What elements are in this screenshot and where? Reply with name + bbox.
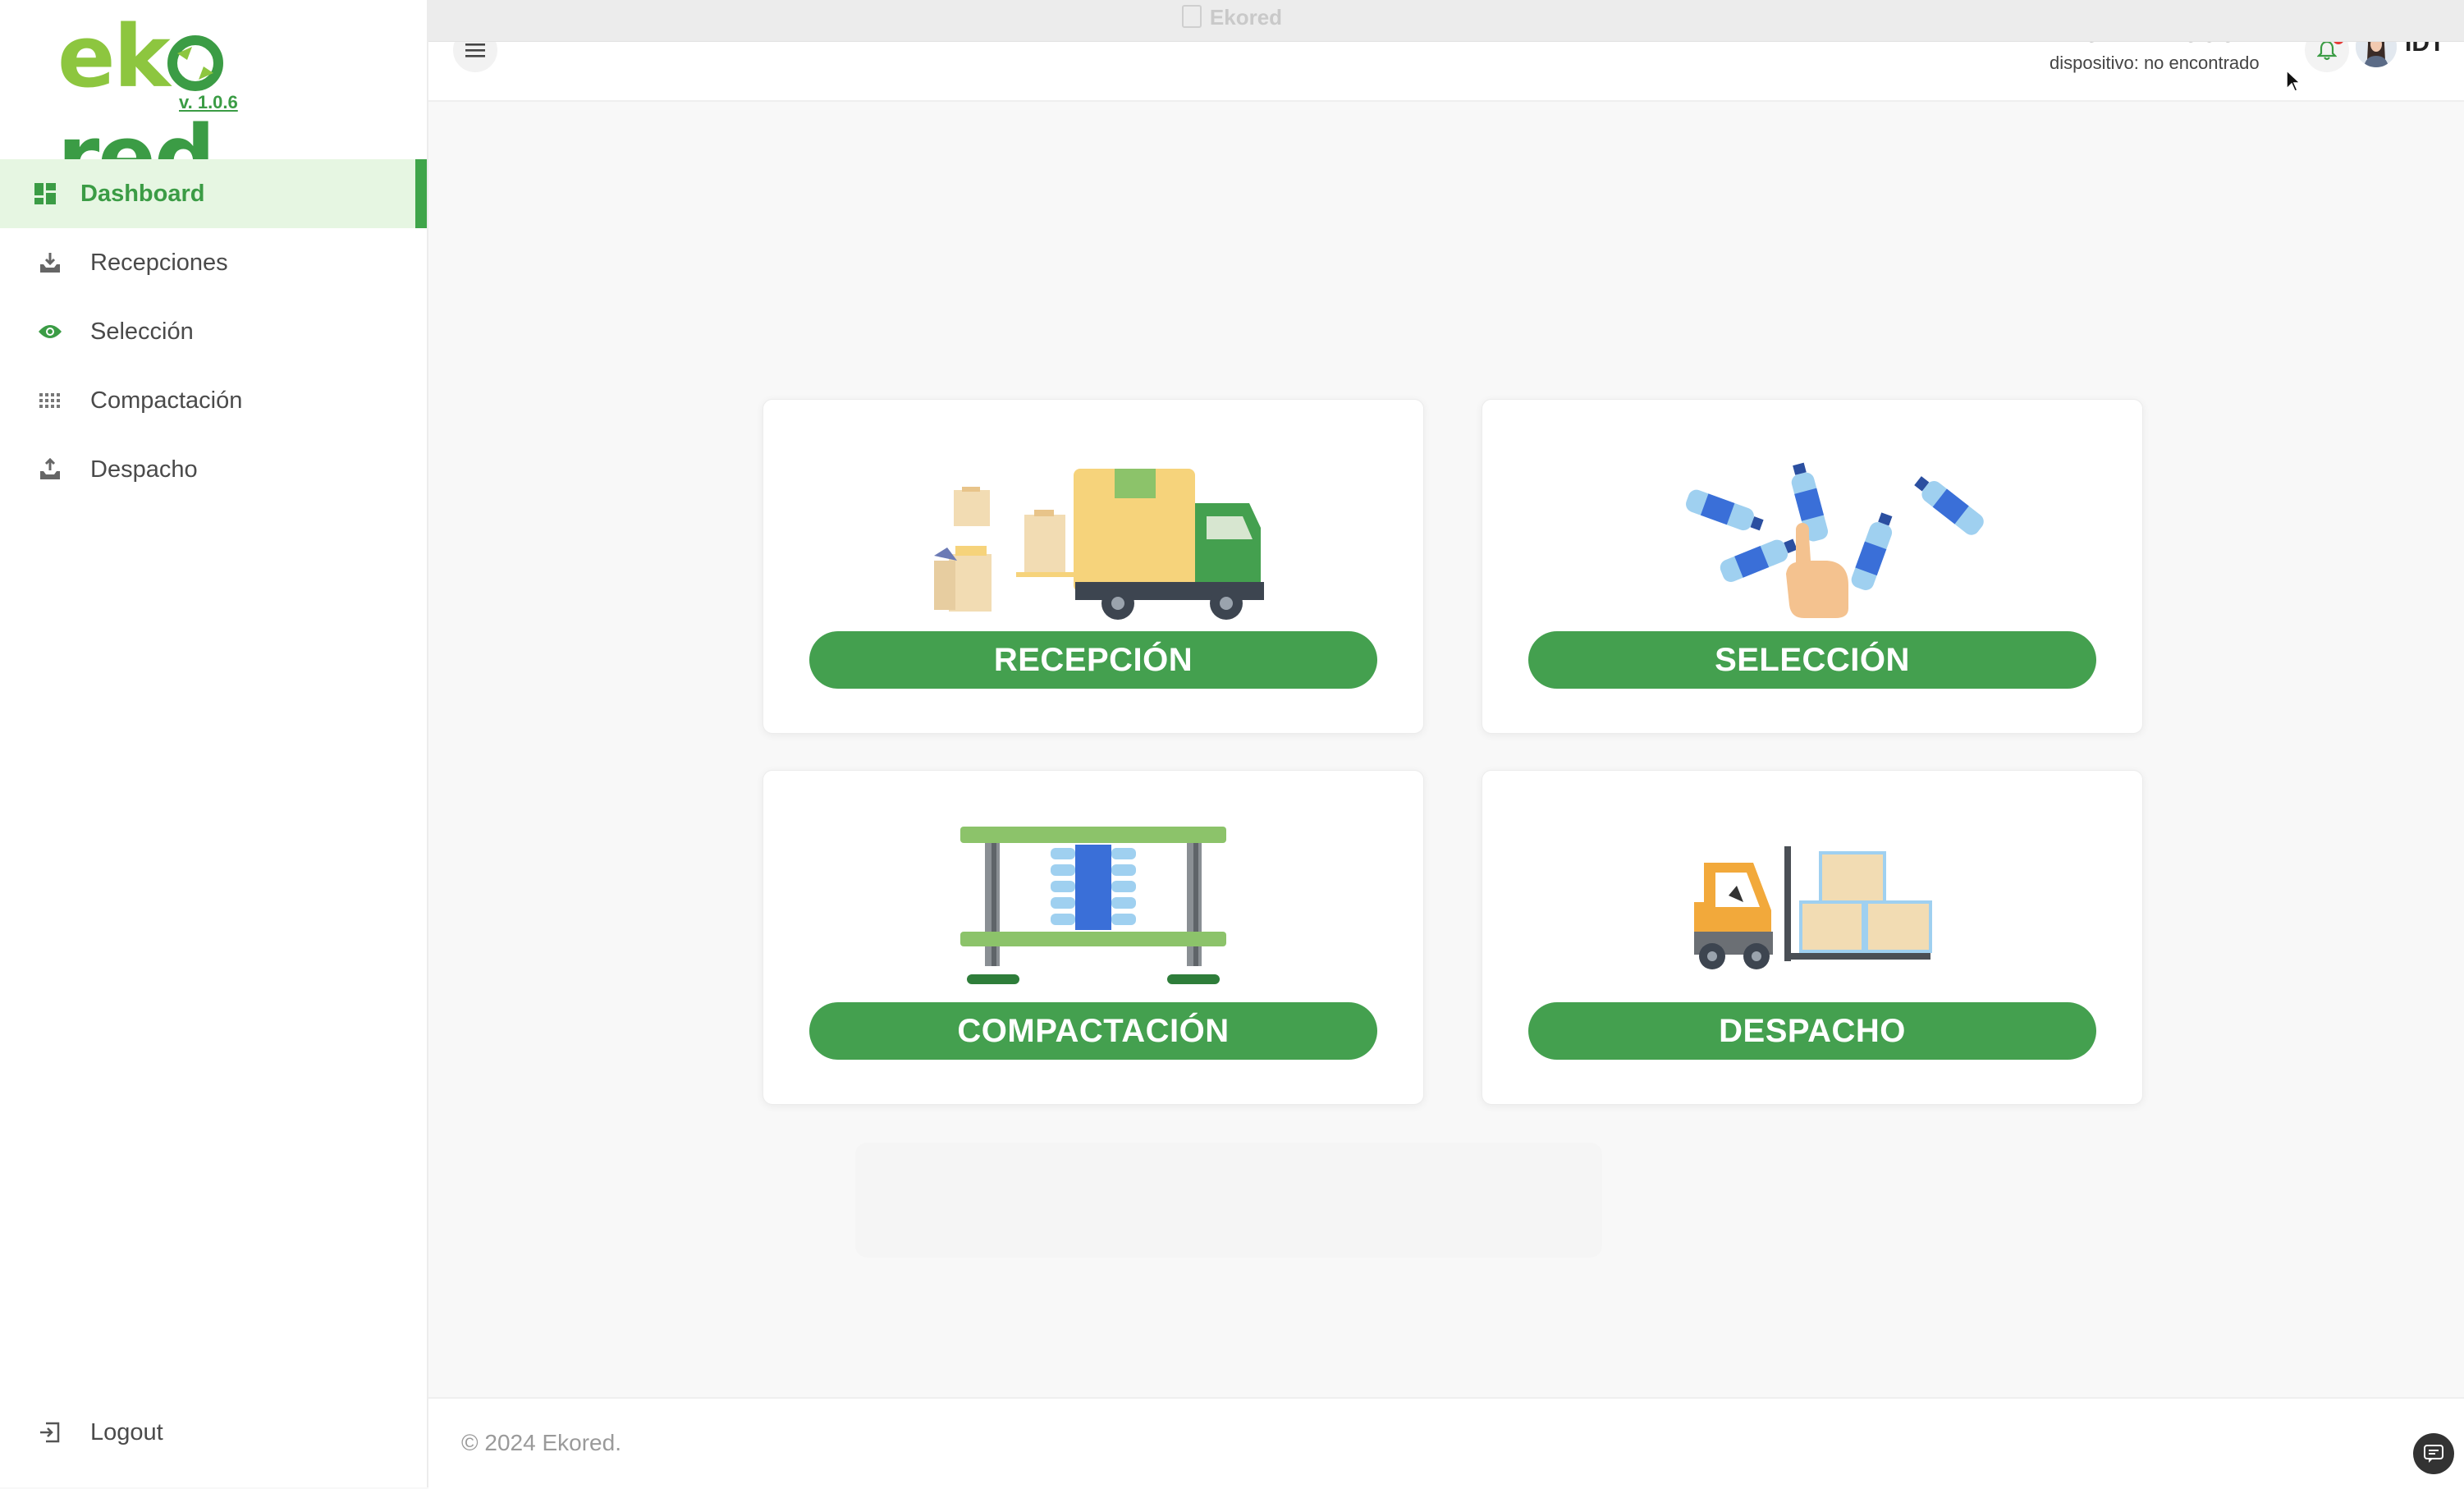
hamburger-icon [465, 44, 485, 57]
document-icon [1181, 5, 1202, 28]
mouse-cursor-icon [2286, 69, 2301, 92]
forklift-boxes-illustration [1694, 846, 1932, 969]
card-compactacion[interactable]: COMPACTACIÓN [763, 770, 1424, 1105]
sidebar-item-label: Despacho [90, 456, 198, 483]
inbox-upload-icon [38, 457, 62, 482]
chat-icon [2424, 1445, 2443, 1463]
dashboard-icon [33, 181, 57, 206]
seleccion-button[interactable]: SELECCIÓN [1528, 631, 2096, 689]
sidebar-item-seleccion[interactable]: Selección [0, 297, 427, 366]
sidebar-nav: Dashboard Recepciones Selección Compacta… [0, 159, 427, 504]
copyright-text: © 2024 Ekored. [461, 1430, 621, 1455]
recycle-globe-icon [167, 35, 223, 91]
top-bar: EKO RED BOGOTA dispositivo: no encontrad… [428, 21, 2464, 102]
logout-button[interactable]: Logout [0, 1404, 465, 1461]
sidebar-item-compactacion[interactable]: Compactación [0, 366, 427, 435]
device-status: dispositivo: no encontrado [2050, 53, 2260, 73]
footer: © 2024 Ekored. [428, 1397, 2464, 1489]
eye-icon [38, 319, 62, 344]
ekored-logo[interactable]: ek red v. 1.0.6 [57, 7, 369, 207]
chat-widget-button[interactable] [2413, 1433, 2454, 1474]
card-seleccion[interactable]: SELECCIÓN [1482, 399, 2143, 734]
inbox-download-icon [38, 250, 62, 275]
delivery-truck-illustration [934, 469, 1264, 620]
faded-media-toolbar [855, 1143, 1602, 1258]
sidebar-item-label: Selección [90, 318, 194, 345]
sidebar-item-dashboard[interactable]: Dashboard [0, 159, 427, 228]
compactor-press-illustration [960, 827, 1226, 984]
app-version: v. 1.0.6 [179, 92, 238, 112]
sidebar-item-label: Compactación [90, 387, 243, 414]
sidebar: ek red v. 1.0.6 Dashboard Recepciones Se… [0, 0, 428, 1487]
sidebar-item-label: Dashboard [80, 180, 205, 207]
despacho-button[interactable]: DESPACHO [1528, 1002, 2096, 1060]
compactacion-button[interactable]: COMPACTACIÓN [809, 1002, 1377, 1060]
logout-icon [38, 1420, 62, 1445]
sidebar-item-label: Recepciones [90, 249, 228, 276]
logout-label: Logout [90, 1418, 163, 1445]
sidebar-item-despacho[interactable]: Despacho [0, 435, 427, 504]
recepcion-button[interactable]: RECEPCIÓN [809, 631, 1377, 689]
sidebar-item-recepciones[interactable]: Recepciones [0, 228, 427, 297]
card-recepcion[interactable]: RECEPCIÓN [763, 399, 1424, 734]
grid-dots-icon [38, 388, 62, 413]
card-despacho[interactable]: DESPACHO [1482, 770, 2143, 1105]
bottle-sorting-illustration [1686, 462, 1984, 618]
